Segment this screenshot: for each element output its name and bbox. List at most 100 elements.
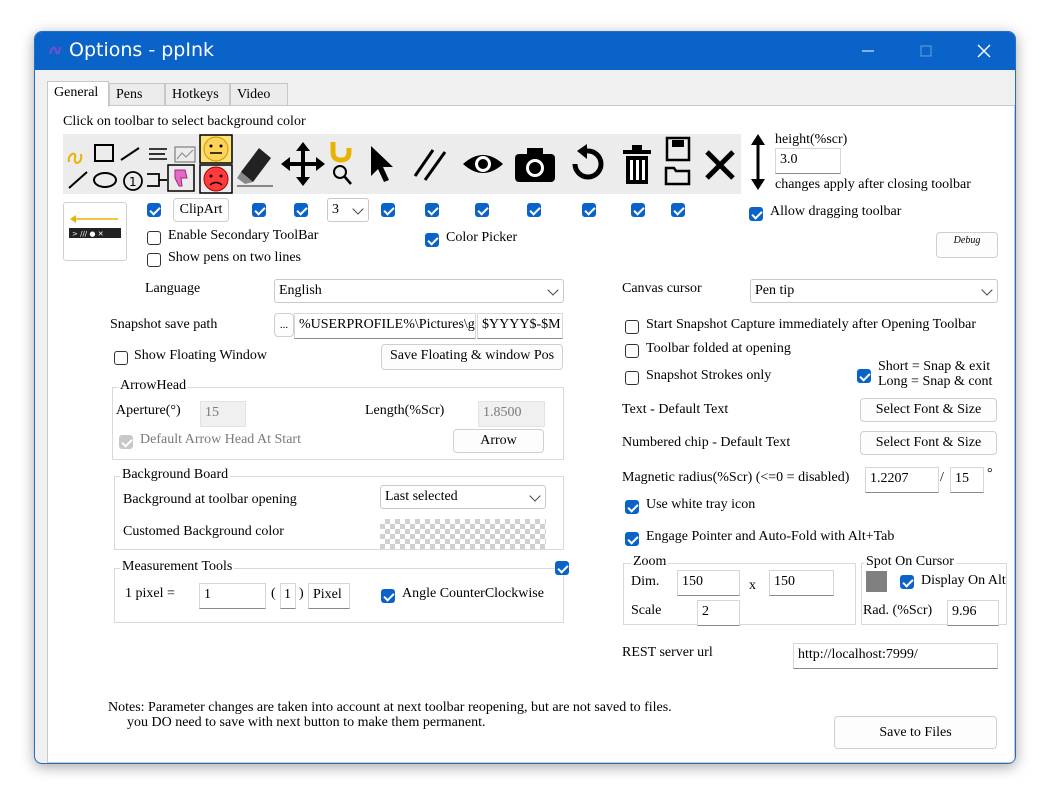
thumbs-down-icon[interactable] <box>167 164 195 192</box>
spot-color-swatch[interactable] <box>866 571 887 592</box>
snapshot-browse-button[interactable]: ... <box>274 313 294 337</box>
engage-pointer-checkbox[interactable] <box>625 532 639 546</box>
toolbar-folded-checkbox[interactable] <box>625 344 639 358</box>
canvas-cursor-select[interactable]: Pen tip <box>750 279 998 303</box>
maximize-button[interactable] <box>897 32 955 70</box>
save-load-icon[interactable] <box>663 136 693 192</box>
language-select[interactable]: English <box>274 279 564 303</box>
spot-radius-input[interactable]: 9.96 <box>947 600 999 626</box>
zoom-scale-label: Scale <box>631 603 662 618</box>
spot-display-alt-label: Display On Alt <box>921 573 1006 588</box>
zoom-height-input[interactable]: 150 <box>769 570 834 596</box>
snapshot-path-label: Snapshot save path <box>110 317 218 332</box>
eraser-icon[interactable] <box>235 140 275 190</box>
chevron-down-icon <box>981 284 993 296</box>
clear-checkbox[interactable] <box>631 203 645 217</box>
unit-input[interactable]: Pixel <box>308 583 350 609</box>
floating-window-label: Show Floating Window <box>134 348 267 363</box>
spot-display-alt-checkbox[interactable] <box>900 575 914 589</box>
move-checkbox[interactable] <box>294 203 308 217</box>
pens-two-lines-checkbox[interactable] <box>147 253 161 267</box>
measurement-checkbox[interactable] <box>555 561 569 575</box>
pixel-label: 1 pixel = <box>125 586 175 601</box>
svg-text:1: 1 <box>129 175 137 189</box>
zoom-x-label: x <box>749 578 756 593</box>
rest-server-input[interactable]: http://localhost:7999/ <box>793 643 998 669</box>
floating-window-checkbox[interactable] <box>114 351 128 365</box>
magnetic-label: Magnetic radius(%Scr) (<=0 = disabled) <box>622 470 850 485</box>
color-picker-checkbox[interactable] <box>425 233 439 247</box>
toolbar-preview[interactable]: 1 <box>63 134 741 194</box>
toolbar-hint: Click on toolbar to select background co… <box>63 114 306 129</box>
pixel-value-input[interactable]: 1 <box>199 583 266 609</box>
magnet-zoom-icon[interactable] <box>327 138 357 190</box>
tab-hotkeys[interactable]: Hotkeys <box>165 83 230 105</box>
default-arrow-checkbox[interactable] <box>119 435 133 449</box>
length-input[interactable]: 1.8500 <box>478 401 545 427</box>
language-label: Language <box>145 281 201 296</box>
snap-mode-checkbox[interactable] <box>857 369 871 383</box>
visibility-checkbox[interactable] <box>475 203 489 217</box>
snapshot-strokes-checkbox[interactable] <box>625 371 639 385</box>
magnetic-radius-input[interactable]: 1.2207 <box>865 467 939 493</box>
arrow-button[interactable]: Arrow <box>453 429 544 453</box>
height-label: height(%scr) <box>775 132 848 147</box>
zoom-width-input[interactable]: 150 <box>677 570 740 596</box>
select-font-chip-button[interactable]: Select Font & Size <box>860 431 997 455</box>
magnetic-angle-input[interactable]: 15 <box>950 467 984 493</box>
maximize-icon <box>920 45 932 57</box>
white-tray-checkbox[interactable] <box>625 500 639 514</box>
allow-dragging-checkbox[interactable] <box>749 207 763 221</box>
save-floating-button[interactable]: Save Floating & window Pos <box>381 344 563 370</box>
custom-background-label: Customed Background color <box>123 524 284 539</box>
close-button[interactable] <box>955 32 1013 70</box>
tab-pens[interactable]: Pens <box>109 83 165 105</box>
default-arrow-label: Default Arrow Head At Start <box>140 432 301 447</box>
snapshot-checkbox[interactable] <box>527 203 541 217</box>
zoom-scale-input[interactable]: 2 <box>697 600 740 626</box>
move-icon[interactable] <box>281 142 325 186</box>
spot-radius-label: Rad. (%Scr) <box>863 603 933 618</box>
custom-background-swatch[interactable] <box>380 519 546 549</box>
save-load-checkbox[interactable] <box>671 203 685 217</box>
undo-checkbox[interactable] <box>582 203 596 217</box>
pen-count-select[interactable]: 3 <box>327 198 369 222</box>
smiley-faces-icon[interactable] <box>199 134 233 194</box>
pens-checkbox[interactable] <box>425 203 439 217</box>
height-arrow-icon <box>751 134 765 190</box>
toolbar-orientation-button[interactable]: > ∕∕∕ ● ✕ <box>63 202 127 261</box>
background-opening-select[interactable]: Last selected <box>380 485 546 509</box>
undo-icon[interactable] <box>565 144 609 184</box>
select-font-text-button[interactable]: Select Font & Size <box>860 398 997 422</box>
snapshot-pattern-input[interactable]: $YYYY$-$M <box>477 313 563 339</box>
toolbar-folded-label: Toolbar folded at opening <box>646 341 791 356</box>
eraser-checkbox[interactable] <box>252 203 266 217</box>
pens-lines-icon[interactable] <box>411 144 451 184</box>
minimize-button[interactable] <box>839 32 897 70</box>
zoom-dim-label: Dim. <box>631 574 660 589</box>
tab-video[interactable]: Video <box>230 83 288 105</box>
background-opening-label: Background at toolbar opening <box>123 492 297 507</box>
tab-general[interactable]: General <box>47 81 109 107</box>
clipart-button[interactable]: ClipArt <box>173 198 229 222</box>
pointer-icon[interactable] <box>367 144 397 184</box>
aperture-input[interactable]: 15 <box>200 401 246 427</box>
title-bar[interactable]: Options - ppInk <box>35 32 1015 70</box>
short-snap-label: Short = Snap & exit <box>878 359 991 374</box>
degree-label: ° <box>987 466 993 481</box>
start-snapshot-checkbox[interactable] <box>625 320 639 334</box>
save-to-files-button[interactable]: Save to Files <box>834 716 997 749</box>
pixel-count-input[interactable]: 1 <box>280 583 296 609</box>
debug-button[interactable]: Debug <box>936 232 998 258</box>
trash-icon[interactable] <box>619 142 655 186</box>
eye-visibility-icon[interactable] <box>461 146 505 182</box>
camera-snapshot-icon[interactable] <box>513 144 557 184</box>
secondary-toolbar-checkbox[interactable] <box>147 231 161 245</box>
close-toolbar-icon[interactable] <box>703 148 737 182</box>
pointer-checkbox[interactable] <box>381 203 395 217</box>
height-input[interactable]: 3.0 <box>775 148 841 174</box>
svg-text:> ∕∕∕ ● ✕: > ∕∕∕ ● ✕ <box>72 230 104 238</box>
snapshot-path-input[interactable]: %USERPROFILE%\Pictures\g <box>294 313 476 339</box>
clipart-checkbox[interactable] <box>147 203 161 217</box>
angle-ccw-checkbox[interactable] <box>381 589 395 603</box>
